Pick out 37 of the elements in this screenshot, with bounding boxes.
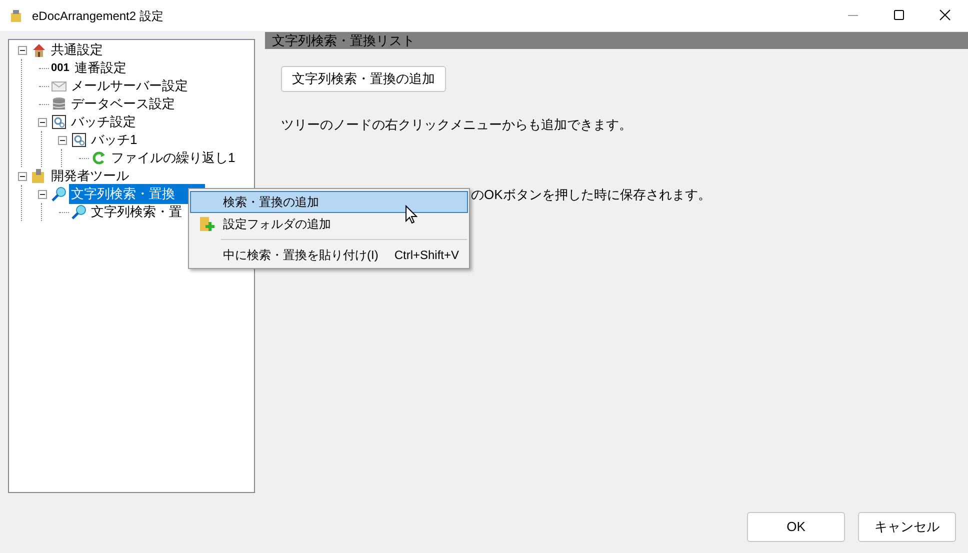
collapse-icon[interactable] (38, 190, 46, 198)
dialog-button[interactable]: キャンセル (858, 512, 956, 542)
tree-item[interactable]: バッチ設定 (69, 112, 138, 132)
menu-item[interactable]: 検索・置換の追加 (190, 191, 468, 213)
cursor-icon (405, 205, 419, 225)
gear-icon (71, 132, 87, 148)
folder-icon (31, 168, 47, 184)
tree-item[interactable]: 開発者ツール (49, 166, 131, 186)
database-icon (51, 96, 67, 112)
tree-item[interactable]: バッチ1 (89, 130, 140, 150)
menu-item[interactable]: 中に検索・置換を貼り付け(I) Ctrl+Shift+V (190, 244, 468, 266)
folder-add-icon (199, 216, 215, 232)
house-icon (31, 42, 47, 58)
dialog-button[interactable]: OK (747, 512, 845, 542)
number-label: 001 (51, 60, 70, 76)
app-icon (10, 8, 22, 22)
refresh-icon (91, 150, 107, 166)
collapse-icon[interactable] (18, 46, 26, 54)
hint-text: ツリーのノードの右クリックメニューからも追加できます。 (281, 116, 633, 134)
tree-item[interactable]: メールサーバー設定 (69, 76, 190, 96)
add-button[interactable]: 文字列検索・置換の追加 (281, 66, 446, 92)
save-note-text: のOKボタンを押した時に保存されます。 (471, 186, 712, 204)
collapse-icon[interactable] (38, 118, 46, 126)
tree-item[interactable]: 文字列検索・置 (89, 202, 184, 222)
collapse-icon[interactable] (58, 136, 66, 144)
tree-item[interactable]: データベース設定 (69, 94, 177, 114)
tree-item[interactable]: 共通設定 (49, 40, 105, 60)
collapse-icon[interactable] (18, 172, 26, 180)
menu-item[interactable]: 設定フォルダの追加 (190, 213, 468, 235)
magnifier-icon (71, 204, 87, 220)
section-header: 文字列検索・置換リスト (265, 32, 968, 49)
gear-icon (51, 114, 67, 130)
tree-item[interactable]: 文字列検索・置換 (69, 184, 205, 204)
tree-item[interactable]: 連番設定 (72, 58, 128, 78)
magnifier-icon (51, 186, 67, 202)
tree-item[interactable]: ファイルの繰り返し1 (109, 148, 238, 168)
window-title: eDocArrangement2 設定 (32, 8, 164, 24)
